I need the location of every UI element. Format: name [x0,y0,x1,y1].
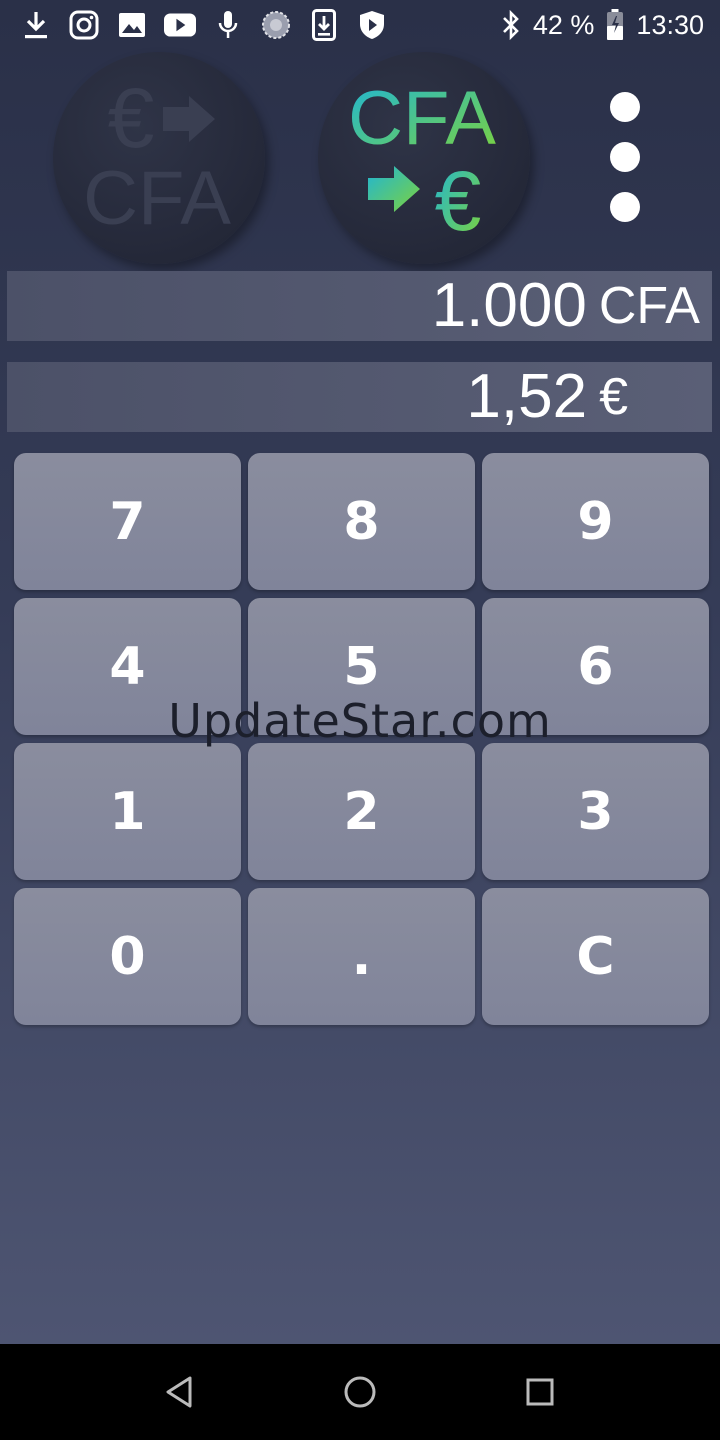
battery-percent: 42 % [532,9,595,40]
recents-icon[interactable] [516,1368,564,1416]
menu-dot [610,192,640,222]
battery-icon [606,9,624,41]
watermark: UpdateStar.com [168,694,552,748]
status-bar-notifications [20,8,388,42]
key-0[interactable]: 0 [14,888,241,1025]
app-screen: 42 % 13:30 € CFA CFA € 1.000 CFA 1,52 € … [0,0,720,1344]
eur-to-cfa-button[interactable]: € CFA [53,52,265,264]
key-9[interactable]: 9 [482,453,709,590]
menu-dot [610,92,640,122]
shield-icon [356,9,388,41]
download-icon [20,9,52,41]
eur-to-cfa-icon: € CFA [83,71,231,241]
cfa-to-eur-button[interactable]: CFA € [318,52,530,264]
clock: 13:30 [636,9,704,40]
input-display: 1.000 CFA [7,271,712,341]
status-bar-system: 42 % 13:30 [501,8,704,42]
loading-icon [260,9,292,41]
microphone-icon [212,9,244,41]
key-clear[interactable]: C [482,888,709,1025]
back-icon[interactable] [156,1368,204,1416]
key-8[interactable]: 8 [248,453,475,590]
output-value: 1,52 [466,362,588,431]
status-bar: 42 % 13:30 [0,0,720,50]
logo2-bottom: € [435,154,482,248]
home-icon[interactable] [336,1368,384,1416]
more-vert-icon[interactable] [600,92,650,222]
output-display: 1,52 € [7,362,712,432]
menu-dot [610,142,640,172]
key-2[interactable]: 2 [248,743,475,880]
key-3[interactable]: 3 [482,743,709,880]
key-7[interactable]: 7 [14,453,241,590]
navigation-bar [0,1344,720,1440]
image-icon [116,9,148,41]
download-box-icon [308,9,340,41]
key-1[interactable]: 1 [14,743,241,880]
cfa-to-eur-icon: CFA € [348,76,496,248]
input-currency: CFA [598,277,700,335]
youtube-icon [164,9,196,41]
output-currency: € [599,368,628,426]
logo2-top: CFA [348,76,496,161]
logo1-top: € [108,71,155,165]
key-decimal[interactable]: . [248,888,475,1025]
bluetooth-icon [501,10,521,40]
logo1-bottom: CFA [83,156,231,241]
input-value: 1.000 [431,271,587,340]
instagram-icon [68,9,100,41]
